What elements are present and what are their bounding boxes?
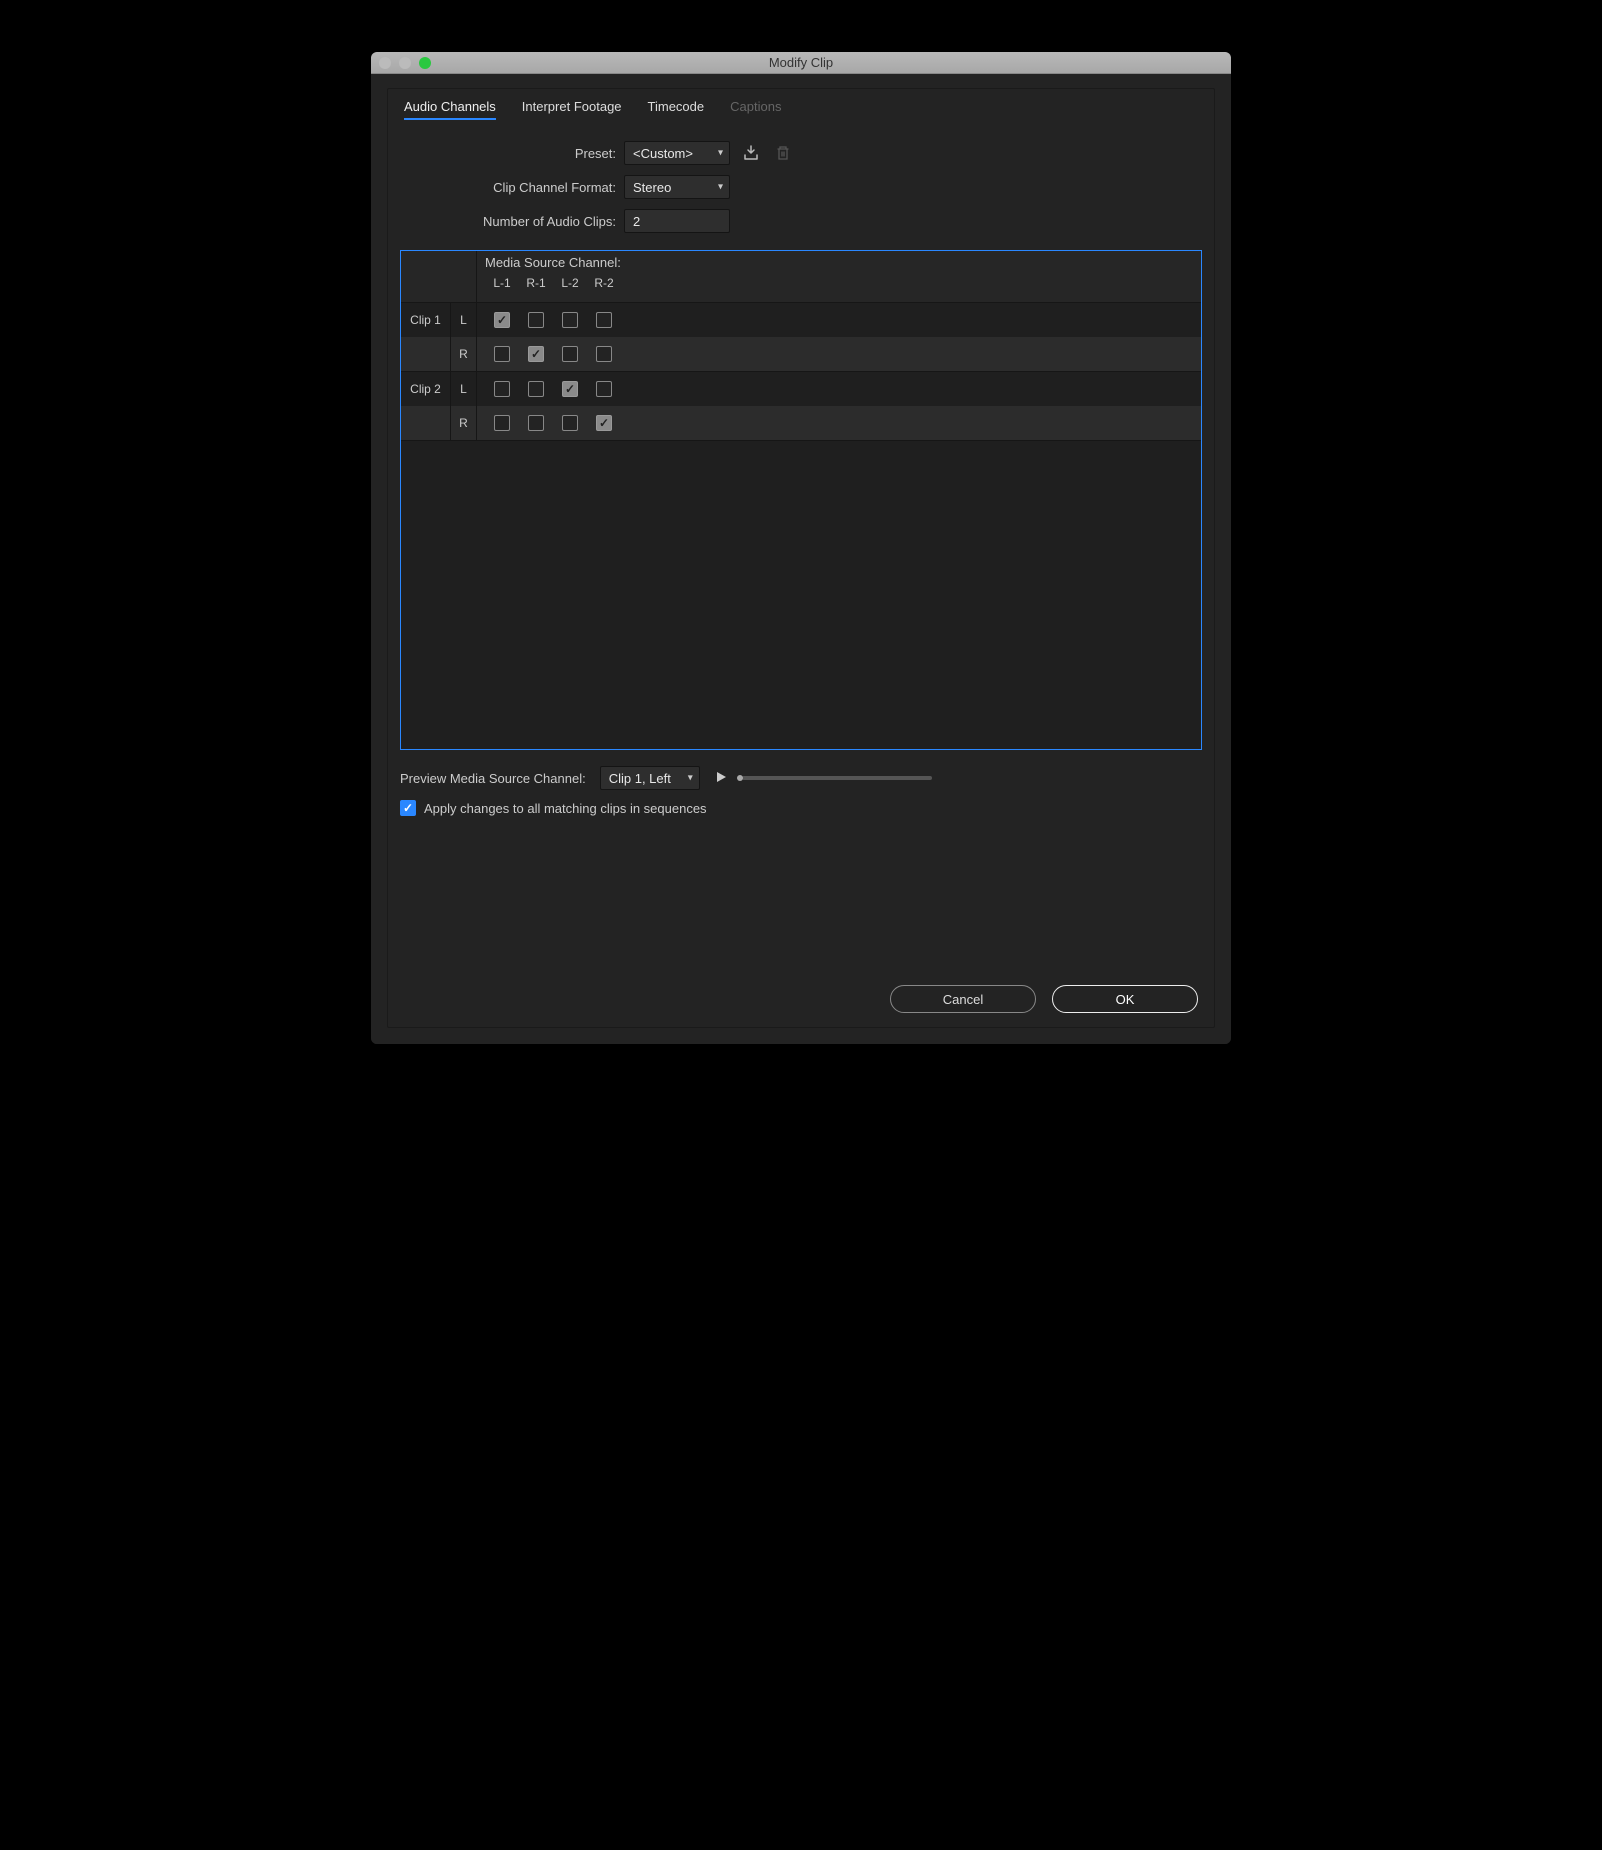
numclips-row: Number of Audio Clips: [404, 204, 1198, 238]
traffic-lights [371, 57, 431, 69]
channel-checkbox[interactable] [494, 312, 510, 328]
channel-checkbox[interactable] [528, 381, 544, 397]
channel-checkbox[interactable] [528, 415, 544, 431]
tab-captions: Captions [730, 99, 781, 120]
clip-name [401, 406, 451, 440]
preview-progress[interactable] [742, 776, 932, 780]
channel-checkbox[interactable] [562, 381, 578, 397]
channel-checkbox[interactable] [494, 346, 510, 362]
grid-header-left [401, 251, 477, 302]
clip-side: L [451, 372, 477, 406]
grid-col-label: R-1 [519, 276, 553, 290]
channel-checkbox[interactable] [528, 346, 544, 362]
grid-col-label: L-1 [485, 276, 519, 290]
minimize-icon[interactable] [399, 57, 411, 69]
grid-col-label: L-2 [553, 276, 587, 290]
numclips-input[interactable] [624, 209, 730, 233]
tabs: Audio Channels Interpret Footage Timecod… [388, 89, 1214, 126]
clip-name: Clip 1 [401, 303, 451, 337]
close-icon[interactable] [379, 57, 391, 69]
format-row: Clip Channel Format: Stereo ▾ [404, 170, 1198, 204]
tab-interpret-footage[interactable]: Interpret Footage [522, 99, 622, 120]
preview-row: Preview Media Source Channel: Clip 1, Le… [388, 750, 1214, 800]
modify-clip-window: Modify Clip Audio Channels Interpret Foo… [371, 52, 1231, 1044]
trash-icon [772, 142, 794, 164]
window-title: Modify Clip [371, 55, 1231, 70]
preview-select[interactable]: Clip 1, Left ▾ [600, 766, 700, 790]
channel-checkbox[interactable] [562, 312, 578, 328]
preset-select[interactable]: <Custom> ▾ [624, 141, 730, 165]
clip-row: Clip 2L [401, 372, 1201, 406]
main-panel: Audio Channels Interpret Footage Timecod… [387, 88, 1215, 1028]
clip-name [401, 337, 451, 371]
clip-checks [477, 346, 621, 362]
channel-checkbox[interactable] [596, 381, 612, 397]
preview-label: Preview Media Source Channel: [400, 771, 586, 786]
preset-value: <Custom> [633, 146, 693, 161]
clip-row: R [401, 406, 1201, 440]
clip-side: R [451, 337, 477, 371]
clip-name: Clip 2 [401, 372, 451, 406]
clip-block: Clip 2LR [401, 372, 1201, 441]
clip-checks [477, 312, 621, 328]
chevron-down-icon: ▾ [718, 148, 723, 159]
save-preset-icon[interactable] [740, 142, 762, 164]
form-area: Preset: <Custom> ▾ Clip Channel Format: [388, 126, 1214, 248]
play-icon[interactable] [714, 770, 728, 787]
format-label: Clip Channel Format: [404, 180, 624, 195]
channel-checkbox[interactable] [562, 346, 578, 362]
format-select[interactable]: Stereo ▾ [624, 175, 730, 199]
clip-block: Clip 1LR [401, 303, 1201, 372]
clip-row: Clip 1L [401, 303, 1201, 337]
numclips-label: Number of Audio Clips: [404, 214, 624, 229]
grid-header: Media Source Channel: L-1R-1L-2R-2 [401, 251, 1201, 303]
channel-checkbox[interactable] [562, 415, 578, 431]
apply-row: Apply changes to all matching clips in s… [388, 800, 1214, 816]
tab-timecode[interactable]: Timecode [648, 99, 705, 120]
grid-body: Clip 1LRClip 2LR [401, 303, 1201, 441]
channel-checkbox[interactable] [596, 415, 612, 431]
format-value: Stereo [633, 180, 671, 195]
channel-checkbox[interactable] [596, 346, 612, 362]
channel-checkbox[interactable] [494, 415, 510, 431]
grid-col-label: R-2 [587, 276, 621, 290]
chevron-down-icon: ▾ [688, 773, 693, 784]
button-row: Cancel OK [890, 985, 1198, 1013]
grid-col-labels: L-1R-1L-2R-2 [485, 276, 1201, 290]
zoom-icon[interactable] [419, 57, 431, 69]
clip-side: R [451, 406, 477, 440]
clip-checks [477, 415, 621, 431]
clip-checks [477, 381, 621, 397]
ok-button[interactable]: OK [1052, 985, 1198, 1013]
channel-checkbox[interactable] [596, 312, 612, 328]
apply-checkbox[interactable] [400, 800, 416, 816]
preset-label: Preset: [404, 146, 624, 161]
dialog-body: Audio Channels Interpret Footage Timecod… [371, 74, 1231, 1044]
preset-row: Preset: <Custom> ▾ [404, 136, 1198, 170]
clip-row: R [401, 337, 1201, 371]
grid-header-main: Media Source Channel: L-1R-1L-2R-2 [477, 251, 1201, 302]
channel-grid: Media Source Channel: L-1R-1L-2R-2 Clip … [400, 250, 1202, 750]
channel-checkbox[interactable] [494, 381, 510, 397]
titlebar: Modify Clip [371, 52, 1231, 74]
tab-audio-channels[interactable]: Audio Channels [404, 99, 496, 120]
chevron-down-icon: ▾ [718, 182, 723, 193]
channel-checkbox[interactable] [528, 312, 544, 328]
clip-side: L [451, 303, 477, 337]
grid-header-title: Media Source Channel: [485, 255, 1201, 270]
apply-label: Apply changes to all matching clips in s… [424, 801, 707, 816]
preview-value: Clip 1, Left [609, 771, 671, 786]
cancel-button[interactable]: Cancel [890, 985, 1036, 1013]
